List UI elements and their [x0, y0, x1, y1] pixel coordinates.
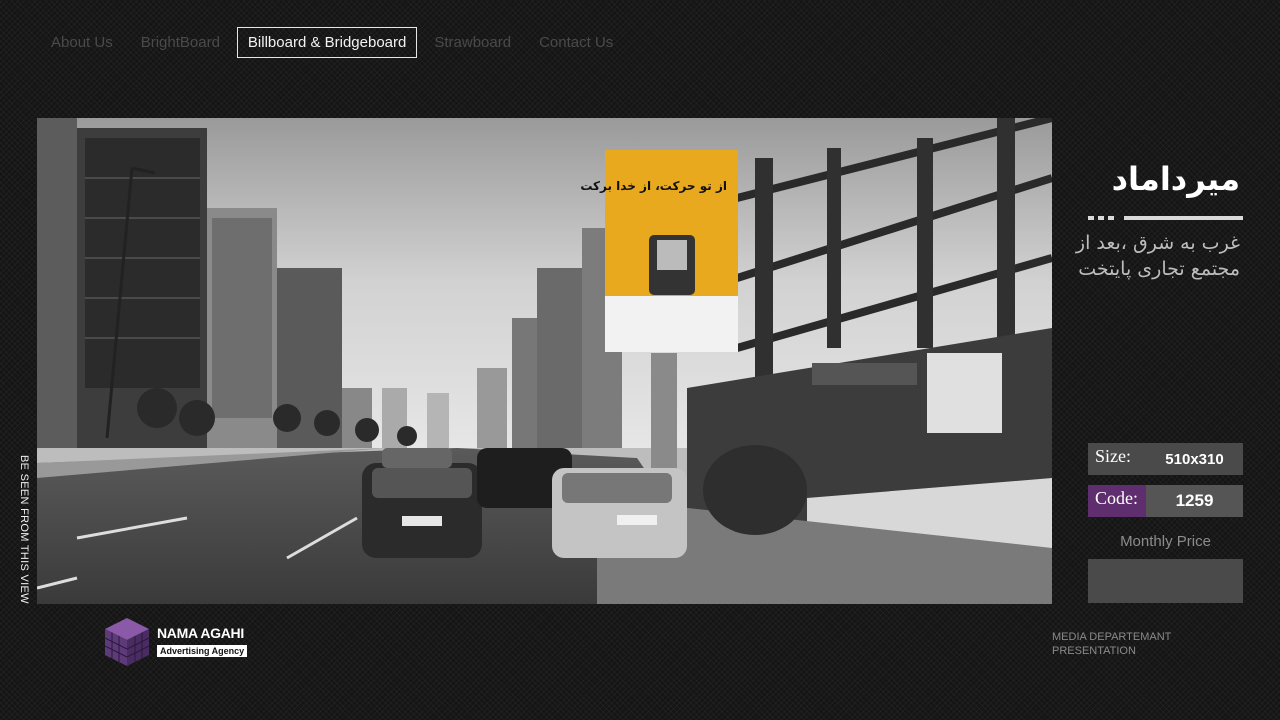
title-underline: [1088, 216, 1243, 222]
nav-billboard-bridgeboard[interactable]: Billboard & Bridgeboard: [236, 27, 418, 58]
location-title: میرداماد: [1111, 160, 1240, 198]
cube-logo-icon: [104, 618, 150, 666]
billboard-location-photo: از تو حرکت، از خدا برکت: [37, 118, 1052, 604]
nav-brightboard[interactable]: BrightBoard: [130, 27, 231, 58]
monthly-price-label: Monthly Price: [1120, 533, 1211, 550]
company-logo[interactable]: NAMA AGAHI Advertising Agency: [103, 616, 248, 668]
nav-about-us[interactable]: About Us: [40, 27, 124, 58]
monthly-price-value: [1088, 559, 1243, 603]
footer-note: MEDIA DEPARTEMANT PRESENTATION: [1052, 630, 1171, 658]
footer-line-2: PRESENTATION: [1052, 645, 1136, 657]
code-value: 1259: [1146, 485, 1243, 517]
size-label: Size:: [1088, 443, 1146, 475]
location-description: غرب به شرق ،بعد از مجتمع تجاری پایتخت: [1075, 232, 1240, 280]
size-row: Size: 510x310: [1088, 443, 1243, 475]
logo-name: NAMA AGAHI: [157, 625, 244, 641]
nav-strawboard[interactable]: Strawboard: [423, 27, 522, 58]
view-caption: BE SEEN FROM THIS VIEW: [18, 455, 30, 604]
logo-tagline: Advertising Agency: [157, 645, 248, 657]
top-nav: About Us BrightBoard Billboard & Bridgeb…: [40, 27, 630, 58]
footer-line-1: MEDIA DEPARTEMANT: [1052, 631, 1172, 643]
code-row: Code: 1259: [1088, 485, 1243, 517]
nav-contact-us[interactable]: Contact Us: [528, 27, 624, 58]
code-label: Code:: [1088, 485, 1146, 517]
billboard-headline: از تو حرکت، از خدا برکت: [580, 179, 727, 194]
size-value: 510x310: [1146, 443, 1243, 475]
